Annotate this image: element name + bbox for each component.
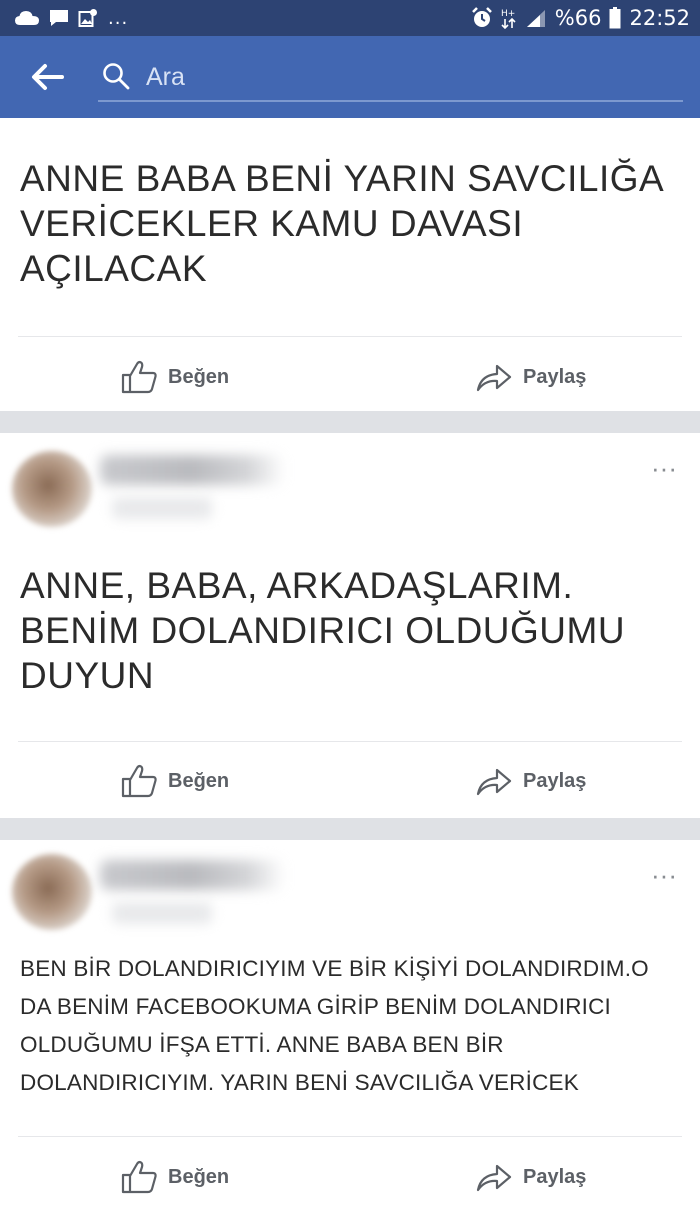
battery-icon	[609, 7, 621, 29]
cloud-icon	[15, 11, 39, 25]
alarm-icon	[471, 7, 492, 27]
share-button[interactable]: Paylaş	[475, 342, 586, 412]
post-divider	[18, 336, 682, 337]
like-label: Beğen	[168, 769, 230, 792]
status-left-icons: ...	[14, 6, 128, 30]
chat-icon	[50, 10, 68, 26]
post-actions: Beğen Paylaş	[0, 342, 700, 412]
post-meta-blurred	[112, 902, 212, 924]
back-arrow-icon[interactable]	[30, 62, 64, 92]
status-bar: ... H+ %66 22:52	[0, 0, 700, 36]
like-button[interactable]: Beğen	[120, 746, 229, 816]
post-actions: Beğen Paylaş	[0, 1142, 700, 1212]
author-name-blurred[interactable]	[100, 860, 285, 890]
author-name-blurred[interactable]	[100, 455, 285, 485]
thumbs-up-icon	[121, 360, 157, 394]
search-field[interactable]	[98, 54, 683, 102]
share-arrow-icon	[476, 364, 512, 392]
post-divider	[18, 1136, 682, 1137]
search-input[interactable]	[144, 57, 668, 97]
post-text: BEN BİR DOLANDIRICIYIM VE BİR KİŞİYİ DOL…	[20, 956, 649, 1095]
thumbs-up-icon	[121, 1160, 157, 1194]
thumbs-up-icon	[121, 764, 157, 798]
share-label: Paylaş	[523, 1165, 587, 1188]
svg-text:H+: H+	[501, 9, 515, 19]
share-button[interactable]: Paylaş	[475, 1142, 586, 1212]
post-meta-blurred	[112, 497, 212, 519]
gallery-icon	[78, 9, 97, 27]
post-divider	[18, 741, 682, 742]
post-actions: Beğen Paylaş	[0, 746, 700, 816]
post-text: ANNE, BABA, ARKADAŞLARIM. BENİM DOLANDIR…	[20, 565, 626, 696]
post-text: ANNE BABA BENİ YARIN SAVCILIĞA VERİCEKLE…	[20, 158, 663, 289]
status-right-icons: H+ %66 22:52	[471, 4, 690, 32]
post-card: ANNE BABA BENİ YARIN SAVCILIĞA VERİCEKLE…	[0, 118, 700, 411]
like-label: Beğen	[168, 365, 230, 388]
avatar[interactable]	[12, 854, 92, 930]
share-button[interactable]: Paylaş	[475, 746, 586, 816]
post-card: ··· BEN BİR DOLANDIRICIYIM VE BİR KİŞİYİ…	[0, 840, 700, 1213]
more-options-button[interactable]: ···	[646, 862, 682, 890]
signal-icon	[526, 10, 545, 27]
avatar[interactable]	[12, 451, 92, 527]
battery-percent: %66	[554, 6, 602, 30]
like-button[interactable]: Beğen	[120, 342, 229, 412]
status-overflow: ...	[108, 7, 129, 29]
more-options-button[interactable]: ···	[646, 455, 682, 483]
clock: 22:52	[629, 6, 690, 30]
share-label: Paylaş	[523, 365, 587, 388]
like-label: Beğen	[168, 1165, 230, 1188]
share-arrow-icon	[476, 1164, 512, 1192]
network-hplus-icon: H+	[501, 9, 516, 29]
app-bar	[0, 36, 700, 118]
like-button[interactable]: Beğen	[120, 1142, 229, 1212]
share-label: Paylaş	[523, 769, 587, 792]
post-card: ··· ANNE, BABA, ARKADAŞLARIM. BENİM DOLA…	[0, 433, 700, 818]
share-arrow-icon	[476, 768, 512, 796]
search-icon	[103, 63, 130, 90]
